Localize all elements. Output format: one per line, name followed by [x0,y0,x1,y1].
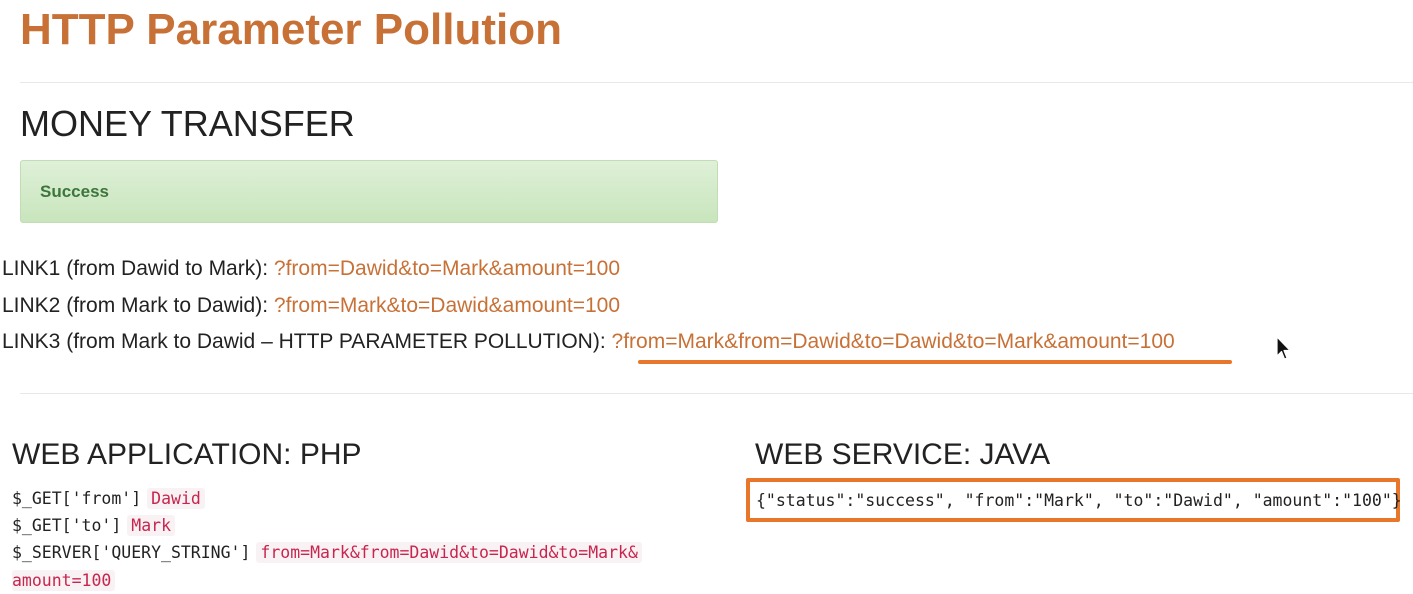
link-label-2: LINK2 (from Mark to Dawid): [2,294,274,317]
link-row-1: LINK1 (from Dawid to Mark): ?from=Dawid&… [2,256,620,282]
php-get-to-row: $_GET['to'] Mark [12,515,176,537]
success-alert: Success [20,160,718,223]
top-divider [20,82,1413,83]
php-query-string-value-cont: amount=100 [12,570,116,591]
money-transfer-heading: MONEY TRANSFER [20,103,355,144]
php-get-to-value: Mark [127,515,176,536]
page-title: HTTP Parameter Pollution [20,5,562,54]
java-response-json: {"status":"success", "from":"Mark", "to"… [756,490,1402,510]
php-get-to-key: $_GET['to'] [12,516,122,535]
link-3-highlight-underline [638,360,1232,364]
link-3[interactable]: ?from=Mark&from=Dawid&to=Dawid&to=Mark&a… [612,330,1175,353]
php-get-from-key: $_GET['from'] [12,489,142,508]
link-label-1: LINK1 (from Dawid to Mark): [2,257,274,280]
php-query-string-row: $_SERVER['QUERY_STRING'] from=Mark&from=D… [12,542,642,564]
php-query-string-value: from=Mark&from=Dawid&to=Dawid&to=Mark& [256,542,642,563]
php-query-string-key: $_SERVER['QUERY_STRING'] [12,543,251,562]
middle-divider [20,393,1413,394]
php-get-from-value: Dawid [147,488,205,509]
php-heading: WEB APPLICATION: PHP [12,438,362,471]
java-response-box: {"status":"success", "from":"Mark", "to"… [746,478,1402,522]
success-alert-text: Success [40,181,109,201]
java-heading: WEB SERVICE: JAVA [755,438,1051,471]
link-row-2: LINK2 (from Mark to Dawid): ?from=Mark&t… [2,293,620,319]
link-row-3: LINK3 (from Mark to Dawid – HTTP PARAMET… [2,329,1175,355]
php-query-string-continuation: amount=100 [12,570,116,592]
mouse-pointer-icon [1276,336,1291,360]
link-2[interactable]: ?from=Mark&to=Dawid&amount=100 [274,294,620,317]
link-label-3: LINK3 (from Mark to Dawid – HTTP PARAMET… [2,330,612,353]
link-1[interactable]: ?from=Dawid&to=Mark&amount=100 [274,257,620,280]
page: HTTP Parameter Pollution MONEY TRANSFER … [0,0,1413,594]
php-get-from-row: $_GET['from'] Dawid [12,488,205,510]
